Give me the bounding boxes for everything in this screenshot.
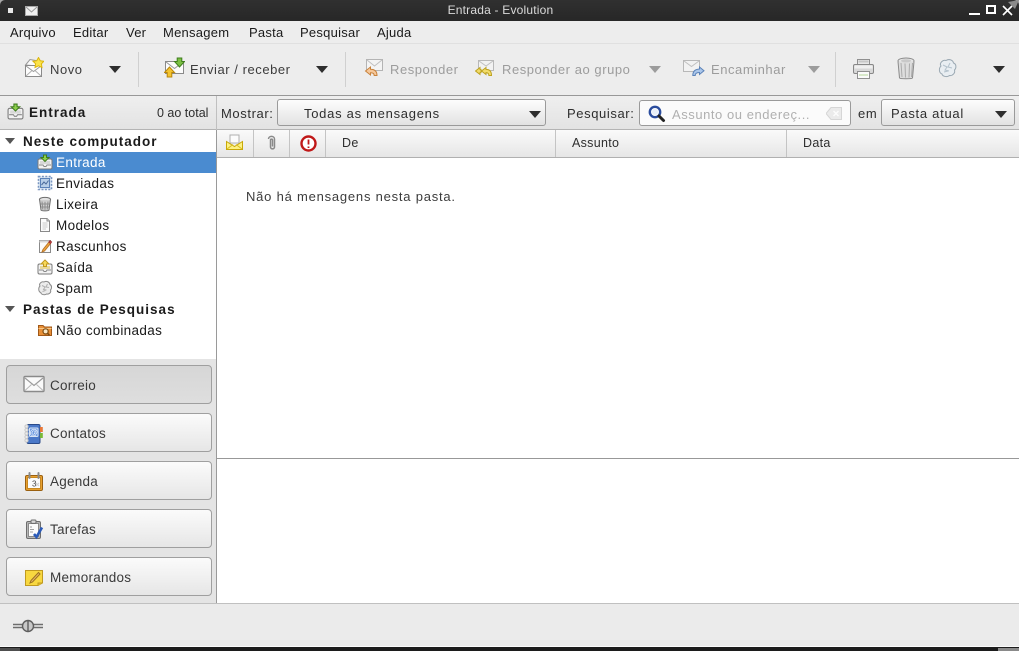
svg-text:3: 3 — [32, 480, 37, 489]
svg-text:@: @ — [29, 427, 38, 437]
